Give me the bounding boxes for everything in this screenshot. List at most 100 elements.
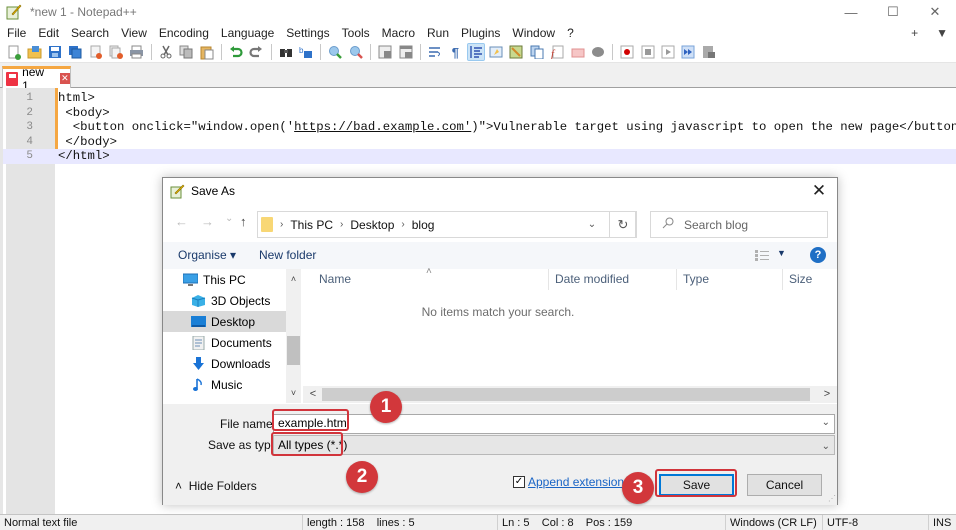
copy-icon[interactable] [178, 44, 194, 60]
save-icon[interactable] [47, 44, 63, 60]
code-line[interactable]: 2 <body> [3, 106, 956, 121]
word-wrap-icon[interactable] [427, 44, 443, 60]
scroll-left-icon[interactable]: < [305, 386, 321, 403]
code-text[interactable]: </body> [58, 135, 117, 150]
status-insert-mode[interactable]: INS [928, 515, 956, 530]
menu-item-help[interactable]: ? [560, 26, 579, 40]
open-file-icon[interactable] [27, 44, 43, 60]
back-arrow-icon[interactable]: ← [175, 214, 188, 229]
view-options-icon[interactable] [755, 250, 769, 261]
sync-horizontal-scroll-icon[interactable] [398, 44, 414, 60]
folder-as-workspace-icon[interactable] [570, 44, 586, 60]
breadcrumb-this-pc[interactable]: This PC [290, 218, 333, 232]
address-bar[interactable]: › This PC › Desktop › blog ⌄ [257, 211, 636, 238]
menu-item-encoding[interactable]: Encoding [152, 26, 214, 40]
code-line[interactable]: 3 <button onclick="window.open('https://… [3, 120, 956, 135]
minimize-button[interactable]: — [830, 0, 872, 24]
column-header-size[interactable]: Size [783, 269, 837, 290]
organise-menu-button[interactable]: Organise ▾ [178, 248, 236, 262]
menu-item-search[interactable]: Search [64, 26, 114, 40]
file-name-field[interactable]: ⌄ [273, 414, 835, 434]
maximize-button[interactable]: ☐ [872, 0, 914, 24]
nav-item-desktop[interactable]: Desktop [163, 311, 286, 332]
record-macro-icon[interactable] [619, 44, 635, 60]
menu-item-view[interactable]: View [114, 26, 152, 40]
column-header-type[interactable]: Type [677, 269, 783, 290]
append-extension-option[interactable]: ✓ Append extension [513, 475, 624, 489]
nav-item-pc[interactable]: This PC [163, 269, 286, 290]
append-extension-checkbox[interactable]: ✓ [513, 476, 525, 488]
search-box[interactable] [650, 211, 828, 238]
scrollbar-thumb[interactable] [287, 336, 300, 365]
search-input[interactable] [684, 217, 814, 232]
code-line[interactable]: 4 </body> [3, 135, 956, 150]
menu-item-edit[interactable]: Edit [31, 26, 64, 40]
menu-item-window[interactable]: Window [505, 26, 560, 40]
document-map-icon[interactable] [508, 44, 524, 60]
hide-folders-button[interactable]: ˄ Hide Folders [175, 479, 257, 493]
new-file-icon[interactable] [6, 44, 22, 60]
menu-item-run[interactable]: Run [420, 26, 454, 40]
find-icon[interactable] [278, 44, 294, 60]
file-name-input[interactable] [278, 416, 778, 430]
replace-icon[interactable]: b [298, 44, 314, 60]
breadcrumb-desktop[interactable]: Desktop [350, 218, 394, 232]
help-icon[interactable]: ? [810, 247, 826, 263]
close-all-icon[interactable] [108, 44, 124, 60]
tab-close-icon[interactable]: ✕ [59, 73, 70, 84]
code-text[interactable]: html> [58, 91, 95, 106]
close-file-icon[interactable] [88, 44, 104, 60]
print-icon[interactable] [128, 44, 144, 60]
address-dropdown-chevron-icon[interactable]: ⌄ [577, 212, 607, 237]
append-extension-label[interactable]: Append extension [528, 475, 624, 489]
tab-list-dropdown-button[interactable]: ▼ [936, 26, 948, 40]
status-eol[interactable]: Windows (CR LF) [725, 515, 822, 530]
function-list-icon[interactable]: f [549, 44, 565, 60]
forward-arrow-icon[interactable]: → [201, 214, 214, 229]
navigation-pane-scrollbar[interactable]: ˄ ˅ [286, 269, 301, 403]
sync-vertical-scroll-icon[interactable] [377, 44, 393, 60]
zoom-in-icon[interactable] [327, 44, 343, 60]
column-header-date-modified[interactable]: Date modified [549, 269, 677, 290]
new-folder-button[interactable]: New folder [259, 248, 316, 262]
nav-item-3d-objects[interactable]: 3D Objects [163, 290, 286, 311]
menu-item-tools[interactable]: Tools [335, 26, 375, 40]
save-as-type-dropdown-icon[interactable]: ⌄ [822, 438, 830, 456]
code-text[interactable]: <button onclick="window.open('https://ba… [58, 120, 956, 135]
code-line[interactable]: 1 html> [3, 91, 956, 106]
view-dropdown-icon[interactable]: ▼ [777, 248, 786, 258]
monitoring-icon[interactable] [590, 44, 606, 60]
play-macro-icon[interactable] [660, 44, 676, 60]
zoom-out-icon[interactable] [348, 44, 364, 60]
code-text[interactable]: </html> [58, 149, 110, 164]
scroll-up-icon[interactable]: ˄ [286, 272, 301, 287]
breadcrumb-blog[interactable]: blog [412, 218, 435, 232]
cut-icon[interactable] [158, 44, 174, 60]
up-one-level-icon[interactable]: ↑ [240, 214, 247, 229]
nav-item-documents[interactable]: Documents [163, 332, 286, 353]
nav-item-downloads[interactable]: Downloads [163, 353, 286, 374]
tab-new-1[interactable]: new 1 ✕ [2, 65, 71, 93]
indent-guide-icon[interactable] [466, 43, 485, 61]
refresh-icon[interactable]: ↻ [609, 211, 637, 238]
status-encoding[interactable]: UTF-8 [822, 515, 928, 530]
save-as-type-select[interactable]: All types (*.*) ⌄ [273, 435, 835, 455]
scroll-right-icon[interactable]: > [819, 386, 835, 403]
show-all-characters-icon[interactable]: ¶ [447, 44, 463, 60]
code-text[interactable]: <body> [58, 106, 109, 121]
scroll-down-icon[interactable]: ˅ [286, 386, 301, 401]
save-macro-icon[interactable] [701, 44, 717, 60]
dialog-close-button[interactable]: ✕ [809, 181, 829, 201]
resize-grip-icon[interactable]: ⋰ [828, 494, 836, 503]
user-defined-language-icon[interactable] [488, 44, 504, 60]
file-name-dropdown-icon[interactable]: ⌄ [822, 417, 830, 428]
code-url-link[interactable]: https://bad.example.com' [294, 120, 471, 134]
cancel-button[interactable]: Cancel [747, 474, 822, 496]
redo-icon[interactable] [248, 44, 264, 60]
menu-item-settings[interactable]: Settings [279, 26, 334, 40]
stop-recording-icon[interactable] [640, 44, 656, 60]
close-button[interactable]: ✕ [914, 0, 956, 24]
document-list-icon[interactable] [529, 44, 545, 60]
run-macro-multiple-icon[interactable] [680, 44, 696, 60]
menu-item-language[interactable]: Language [214, 26, 279, 40]
